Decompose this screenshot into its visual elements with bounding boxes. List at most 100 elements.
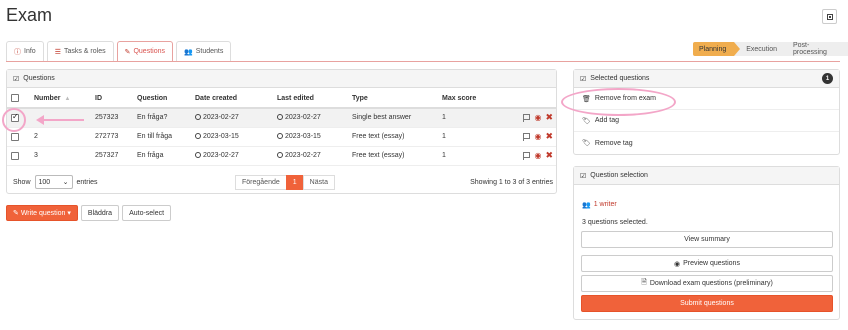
sort-icon: ▲ (64, 95, 71, 102)
pencil-icon: ✎ (13, 210, 19, 217)
tabs-divider (6, 61, 840, 62)
row-checkbox[interactable] (11, 132, 19, 141)
max-score: 1 (439, 108, 509, 128)
show-label: Show (13, 178, 31, 186)
last-edited: 2023-03-15 (274, 127, 349, 147)
question-actions: ✎ Write question ▾ Bläddra Auto-select (6, 205, 172, 221)
add-tag-action[interactable]: 🏷 Add tag (574, 110, 839, 132)
preview-questions-button[interactable]: ◉ Preview questions (581, 255, 833, 272)
delete-icon[interactable]: ✖ (545, 150, 553, 161)
max-score: 1 (439, 127, 509, 147)
submit-questions-button[interactable]: Submit questions (581, 295, 833, 312)
eye-icon[interactable]: ◉ (534, 113, 541, 122)
trash-icon: 🗑 (582, 95, 591, 103)
list-icon: ☰ (54, 48, 61, 56)
remove-tag-action[interactable]: 🏷 Remove tag (574, 132, 839, 154)
flag-icon[interactable] (523, 152, 531, 160)
flag-icon[interactable] (523, 114, 531, 123)
showing-info: Showing 1 to 3 of 3 entries (470, 178, 553, 186)
clock-icon (195, 152, 201, 158)
eye-icon[interactable]: ◉ (534, 151, 541, 160)
auto-select-button[interactable]: Auto-select (122, 205, 172, 221)
question-type: Free text (essay) (349, 146, 439, 166)
users-icon: 👥 (184, 48, 193, 56)
question-text: En till fråga (134, 127, 192, 147)
tab-info[interactable]: ⓘ Info (6, 41, 44, 61)
table-row[interactable]: 3 257327 En fråga 2023-02-27 2023-02-27 … (7, 146, 556, 166)
column-max-score[interactable]: Max score (439, 89, 509, 109)
expand-icon (826, 13, 833, 20)
download-questions-button[interactable]: 🗎 Download exam questions (preliminary) (581, 275, 833, 292)
fullscreen-button[interactable] (822, 9, 837, 24)
last-edited: 2023-02-27 (274, 108, 349, 128)
info-circle-icon: ⓘ (14, 48, 21, 56)
tab-questions[interactable]: ✎ Questions (116, 41, 173, 61)
selected-panel-header: ☑ Selected questions 1 (574, 70, 839, 88)
question-number-link[interactable]: 3 (31, 146, 92, 166)
panel-title: Questions (23, 75, 55, 82)
panel-title: Selected questions (590, 75, 650, 82)
select-all-checkbox[interactable] (11, 94, 19, 102)
eye-icon: ◉ (674, 260, 681, 268)
flag-icon[interactable] (523, 133, 531, 141)
page-title: Exam (6, 5, 53, 25)
table-footer: Show 100 ⌄ entries Föregående 1 Nästa Sh… (13, 174, 553, 190)
tab-label: Tasks & roles (63, 48, 106, 55)
question-selection-panel: ☑ Question selection 👥 1 writer 3 questio… (573, 166, 840, 320)
remove-from-exam-action[interactable]: 🗑 Remove from exam (574, 88, 839, 110)
table-row[interactable]: 257323 En fråga? 2023-02-27 2023-02-27 S… (7, 108, 556, 128)
column-question[interactable]: Question (134, 89, 192, 109)
column-date-created[interactable]: Date created (192, 89, 274, 109)
questions-table: Number ▲ ID Question Date created Last ed… (7, 89, 556, 166)
clock-icon (195, 133, 201, 139)
question-id: 272773 (92, 127, 134, 147)
questions-panel: ☑ Questions Number ▲ ID Question Date cre… (6, 69, 557, 194)
tab-tasks-roles[interactable]: ☰ Tasks & roles (46, 41, 114, 61)
step-execution[interactable]: Execution (734, 42, 785, 56)
tab-label: Info (24, 48, 36, 55)
tab-bar: ⓘ Info ☰ Tasks & roles ✎ Questions 👥 Student… (6, 41, 232, 61)
entries-select[interactable]: 100 ⌄ (34, 175, 73, 189)
tag-icon: 🏷 (582, 140, 591, 147)
delete-icon[interactable]: ✖ (545, 131, 553, 142)
delete-icon[interactable]: ✖ (545, 112, 553, 123)
chevron-down-icon: ⌄ (62, 179, 69, 186)
write-question-button[interactable]: ✎ Write question ▾ (6, 205, 78, 221)
caret-down-icon: ▾ (67, 210, 71, 217)
pagination: Föregående 1 Nästa (235, 174, 335, 190)
pagination-page[interactable]: 1 (285, 174, 304, 190)
eye-icon[interactable]: ◉ (534, 132, 541, 141)
question-number-link[interactable]: 2 (31, 127, 92, 147)
selected-count-badge: 1 (822, 73, 833, 84)
tab-students[interactable]: 👥 Students (176, 41, 232, 61)
row-checkbox[interactable] (11, 151, 19, 160)
clock-icon (195, 114, 201, 121)
column-type[interactable]: Type (349, 89, 439, 109)
row-checkbox[interactable] (11, 112, 19, 122)
view-summary-button[interactable]: View summary (581, 231, 833, 248)
clock-icon (277, 152, 283, 158)
selection-panel-header: ☑ Question selection (574, 167, 839, 185)
file-icon: 🗎 (641, 279, 647, 286)
checkbox-icon: ☑ (580, 172, 587, 180)
column-last-edited[interactable]: Last edited (274, 89, 349, 109)
panel-title: Question selection (590, 172, 648, 179)
pagination-previous[interactable]: Föregående (235, 174, 287, 190)
edit-icon: ✎ (124, 48, 131, 56)
column-number[interactable]: Number ▲ (31, 89, 92, 109)
browse-button[interactable]: Bläddra (80, 205, 120, 221)
date-created: 2023-03-15 (192, 127, 274, 147)
max-score: 1 (439, 146, 509, 166)
step-planning[interactable]: Planning (693, 42, 741, 56)
table-row[interactable]: 2 272773 En till fråga 2023-03-15 2023-0… (7, 127, 556, 147)
clock-icon (277, 114, 283, 121)
questions-panel-header: ☑ Questions (7, 70, 556, 88)
pagination-next[interactable]: Nästa (302, 174, 335, 190)
last-edited: 2023-02-27 (274, 146, 349, 166)
selected-count-text: 3 questions selected. (582, 219, 648, 226)
writers-link[interactable]: 👥 1 writer (582, 201, 617, 209)
step-post-processing[interactable]: Post-processing (785, 42, 848, 56)
column-id[interactable]: ID (92, 89, 134, 109)
question-id: 257327 (92, 146, 134, 166)
tab-label: Students (195, 48, 224, 55)
